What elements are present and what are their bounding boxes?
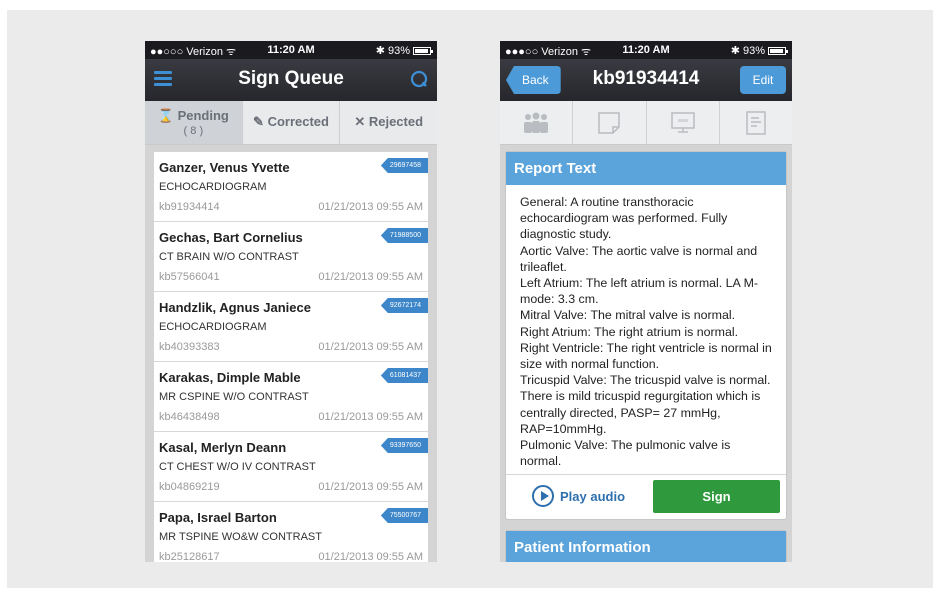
nav-bar: Sign Queue [145,59,437,101]
document-icon [746,110,766,135]
accession-number: kb57566041 [159,271,220,283]
battery-icon [413,46,433,55]
procedure: CT BRAIN W/O CONTRAST [159,251,299,263]
accession-number: kb40393383 [159,341,220,353]
play-audio-label: Play audio [560,488,626,504]
play-audio-button[interactable]: Play audio [532,485,625,507]
list-item[interactable]: Karakas, Dimple Mable MR CSPINE W/O CONT… [154,362,428,432]
pending-count: ( 8 ) [183,125,204,137]
list-item[interactable]: Gechas, Bart Cornelius CT BRAIN W/O CONT… [154,222,428,292]
timestamp: 01/21/2013 09:55 AM [318,551,423,562]
play-icon [532,485,554,507]
accession-number: kb91934414 [159,201,220,213]
procedure: MR CSPINE W/O CONTRAST [159,391,309,403]
procedure: MR TSPINE WO&W CONTRAST [159,531,322,543]
battery-icon [768,46,788,55]
list-item[interactable]: Kasal, Merlyn Deann CT CHEST W/O IV CONT… [154,432,428,502]
report-line: Left Atrium: The left atrium is normal. … [520,276,759,307]
note-icon [598,111,621,134]
battery-percent: 93% [742,44,765,57]
id-tag: 71988500 [380,228,428,243]
bluetooth-icon: ✱ [375,45,385,57]
patient-name: Ganzer, Venus Yvette [159,160,290,175]
report-toolbar [500,101,792,145]
report-line: General: A routine transthoracic echocar… [520,195,728,242]
report-actions: Play audio Sign [506,475,786,519]
tab-rejected[interactable]: ✕ Rejected [340,101,437,144]
list-item[interactable]: Ganzer, Venus Yvette ECHOCARDIOGRAM kb91… [154,152,428,222]
report-line: Aortic Valve: The aortic valve is normal… [520,243,758,274]
patients-icon [524,112,549,133]
search-icon[interactable] [410,70,428,88]
sign-button[interactable]: Sign [653,480,780,513]
battery-percent: 93% [387,44,410,57]
timestamp: 01/21/2013 09:55 AM [318,481,423,493]
patient-info-section[interactable]: Patient Information [505,530,787,562]
timestamp: 01/21/2013 09:55 AM [318,271,423,283]
x-icon: ✕ [354,114,366,129]
accession-number: kb04869219 [159,481,220,493]
section-title: Report Text [506,152,786,185]
status-bar: ●●●○○ Verizon ᯤ 11:20 AM ✱ 93% [500,41,792,59]
nav-bar: Back kb91934414 Edit [500,59,792,101]
sign-queue-screen: ●●○○○ Verizon ᯤ 11:20 AM ✱ 93% Sign Queu… [145,41,437,562]
tab-corrected[interactable]: ✎ Corrected [243,101,341,144]
procedure: ECHOCARDIOGRAM [159,321,267,333]
list-item[interactable]: Papa, Israel Barton MR TSPINE WO&W CONTR… [154,502,428,562]
hourglass-icon: ⌛ [157,108,174,123]
report-text-section: Report Text General: A routine transthor… [505,151,787,520]
report-line: Right Ventricle: The right ventricle is … [520,340,772,372]
tab-rejected-label: Rejected [368,114,424,129]
status-bar: ●●○○○ Verizon ᯤ 11:20 AM ✱ 93% [145,41,437,59]
documents-tab[interactable] [720,101,792,144]
patient-name: Gechas, Bart Cornelius [159,230,303,245]
procedure: ECHOCARDIOGRAM [159,181,267,193]
report-detail-screen: ●●●○○ Verizon ᯤ 11:20 AM ✱ 93% Back kb91… [500,41,792,562]
notes-tab[interactable] [573,101,647,144]
patient-name: Karakas, Dimple Mable [159,370,301,385]
page-title: Sign Queue [238,68,344,89]
bluetooth-icon: ✱ [730,45,740,57]
timestamp: 01/21/2013 09:55 AM [318,201,423,213]
report-text-body[interactable]: General: A routine transthoracic echocar… [506,185,786,475]
report-line: Right Atrium: The right atrium is normal… [520,324,739,339]
images-tab[interactable] [647,101,720,144]
battery-status: ✱ 93% [730,44,788,57]
patient-name: Handzlik, Agnus Janiece [159,300,311,315]
monitor-icon [670,111,695,133]
battery-status: ✱ 93% [375,44,433,57]
tab-corrected-label: Corrected [267,114,329,129]
accession-number: kb25128617 [159,551,220,562]
patient-name: Papa, Israel Barton [159,510,277,525]
report-line: Mitral Valve: The mitral valve is normal… [520,308,736,323]
list-item[interactable]: Handzlik, Agnus Janiece ECHOCARDIOGRAM k… [154,292,428,362]
tab-pending[interactable]: ⌛ Pending ( 8 ) [145,101,243,144]
report-line: Tricuspid Valve: The tricuspid valve is … [520,373,771,420]
id-tag: 29697458 [380,158,428,173]
section-title: Patient Information [506,531,786,562]
timestamp: 01/21/2013 09:55 AM [318,341,423,353]
id-tag: 93397650 [380,438,428,453]
queue-tabs: ⌛ Pending ( 8 ) ✎ Corrected ✕ Rejected [145,101,437,145]
id-tag: 92672174 [380,298,428,313]
tab-pending-label: Pending [177,108,229,123]
id-tag: 75500767 [380,508,428,523]
accession-number: kb46438498 [159,411,220,423]
pencil-check-icon: ✎ [253,114,264,129]
report-line: RAP=10mmHg. [520,421,607,436]
timestamp: 01/21/2013 09:55 AM [318,411,423,423]
procedure: CT CHEST W/O IV CONTRAST [159,461,316,473]
id-tag: 61081437 [380,368,428,383]
queue-list: Ganzer, Venus Yvette ECHOCARDIOGRAM kb91… [145,145,437,562]
patient-name: Kasal, Merlyn Deann [159,440,287,455]
patients-tab[interactable] [500,101,574,144]
report-line: Pulmonic Valve: The pulmonic valve is no… [520,438,731,469]
edit-button[interactable]: Edit [740,66,786,94]
report-detail: Report Text General: A routine transthor… [500,145,792,562]
